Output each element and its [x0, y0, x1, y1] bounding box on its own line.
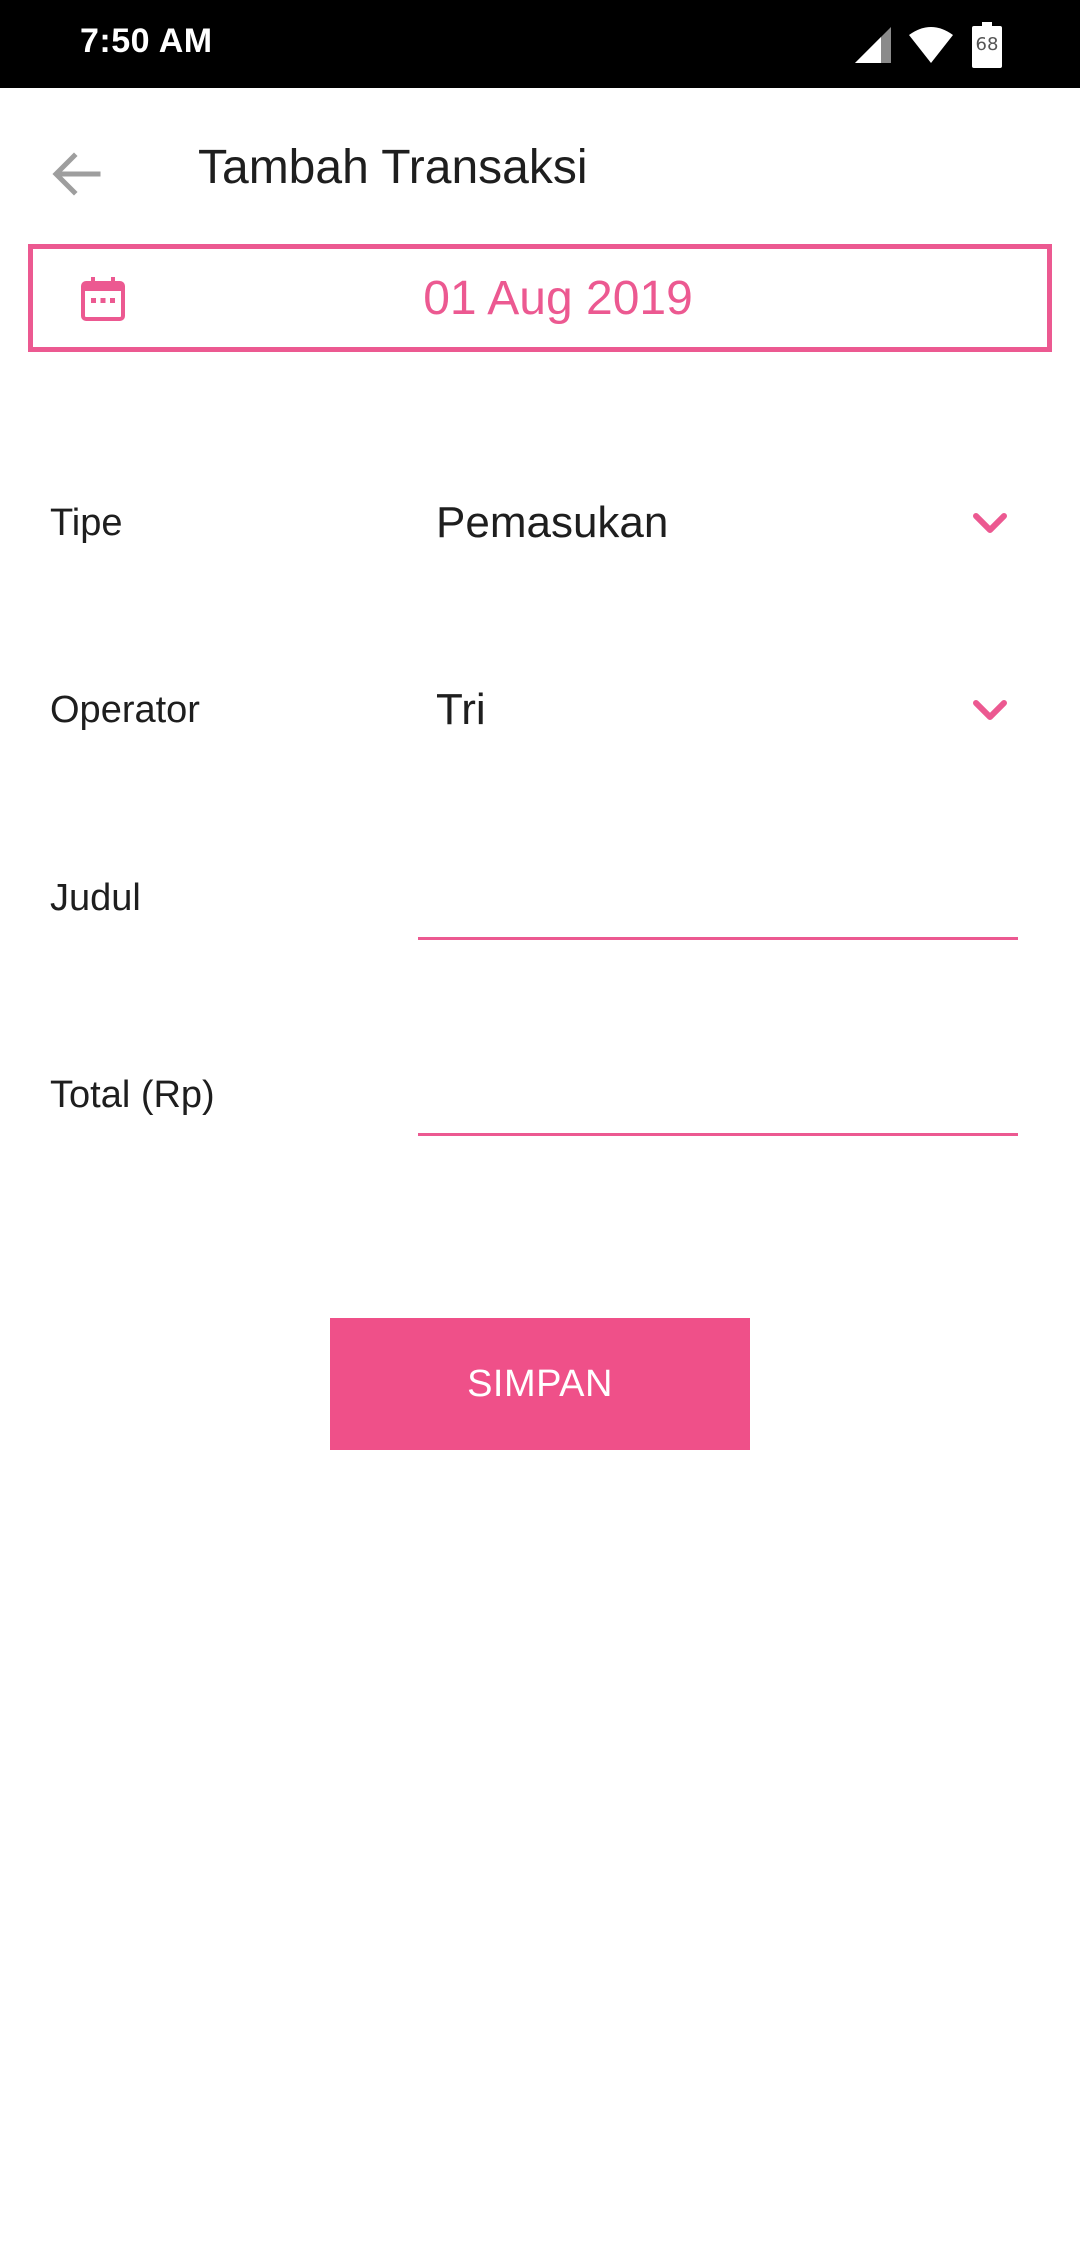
chevron-down-icon	[973, 700, 1007, 720]
type-selected-value: Pemasukan	[436, 498, 669, 547]
page-title: Tambah Transaksi	[198, 141, 588, 194]
chevron-down-icon	[973, 513, 1007, 533]
operator-dropdown[interactable]: Tri	[418, 665, 1018, 755]
app-bar: Tambah Transaksi	[0, 88, 1080, 248]
wifi-icon	[909, 27, 953, 63]
back-arrow-icon[interactable]	[40, 138, 112, 210]
type-dropdown[interactable]: Pemasukan	[418, 478, 1018, 568]
operator-label: Operator	[50, 689, 200, 731]
battery-icon: 68	[972, 22, 1002, 68]
selected-date: 01 Aug 2019	[423, 272, 693, 325]
signal-icon	[855, 27, 891, 63]
title-label: Judul	[50, 877, 141, 919]
battery-level: 68	[975, 34, 999, 55]
type-label: Tipe	[50, 502, 123, 544]
status-time: 7:50 AM	[80, 22, 213, 60]
title-input[interactable]	[418, 870, 1018, 940]
status-bar: 7:50 AM 68	[0, 0, 1080, 88]
total-input[interactable]	[418, 1066, 1018, 1136]
date-picker-button[interactable]: 01 Aug 2019	[28, 244, 1052, 352]
operator-selected-value: Tri	[436, 685, 486, 734]
save-button[interactable]: SIMPAN	[330, 1318, 750, 1450]
total-label: Total (Rp)	[50, 1074, 215, 1116]
